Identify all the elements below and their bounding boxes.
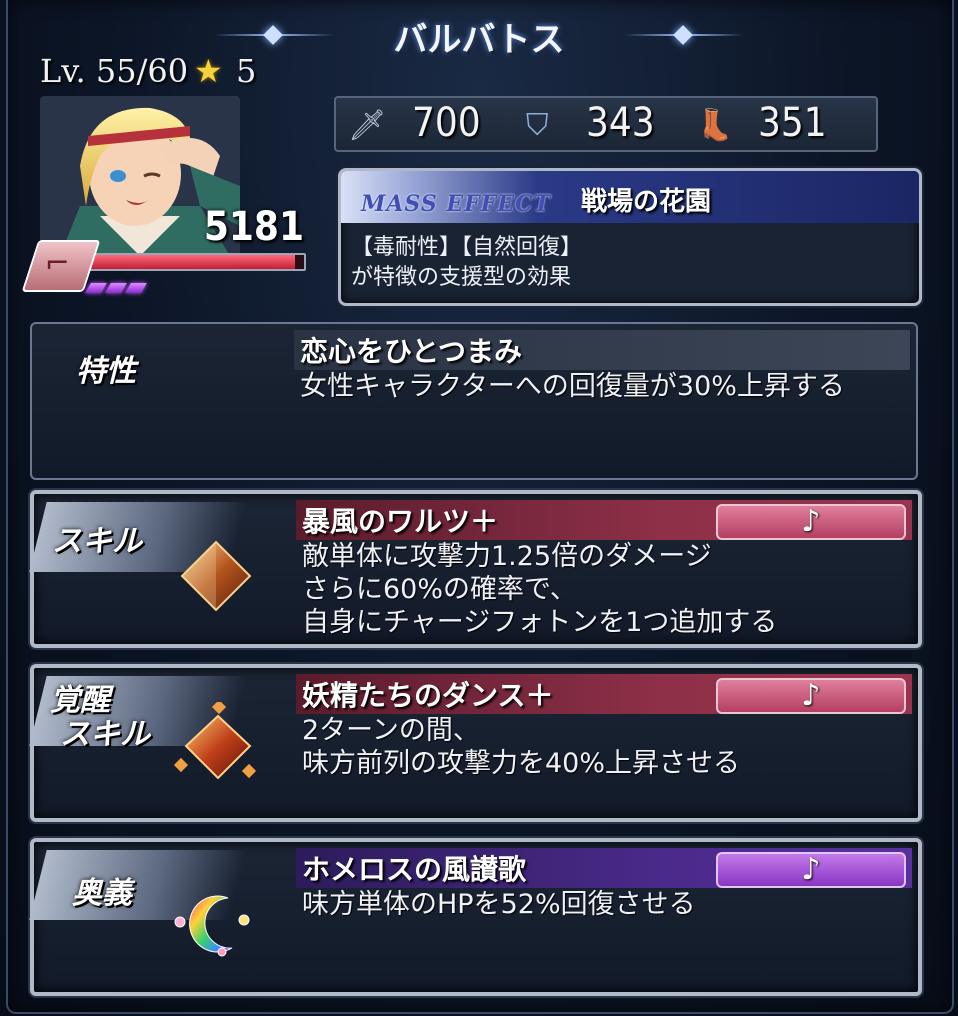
mass-effect-tag: MASS EFFECT [361,191,552,217]
music-note-icon[interactable]: ♪ [716,678,906,714]
crescent-orb-icon [174,895,250,957]
music-note-icon[interactable]: ♪ [716,504,906,540]
attack-value: 700 [412,100,481,146]
awakened-skill-name: 妖精たちのダンス＋ [302,679,554,712]
trait-card[interactable]: 特性 恋心をひとつまみ 女性キャラクターへの回復量が30%上昇する [30,322,918,480]
mass-effect-panel[interactable]: MASS EFFECT 戦場の花園 【毒耐性】【自然回復】 が特徴の支援型の効果 [338,168,922,306]
defense-value: 343 [586,100,655,146]
trait-label: 特性 [76,354,136,389]
trait-description: 女性キャラクターへの回復量が30%上昇する [300,370,845,403]
rarity-value: 5 [236,52,257,90]
mass-effect-description: 【毒耐性】【自然回復】 が特徴の支援型の効果 [351,233,582,293]
ougi-header: ホメロスの風讃歌 ♪ [296,848,912,888]
gem-icon [180,540,252,612]
speed-value: 351 [758,100,827,146]
skill-desc-line: 自身にチャージフォトンを1つ追加する [302,607,778,638]
sword-icon: 🗡 [348,108,387,143]
gem-cluster-icon [173,702,257,780]
rifle-icon: ⌐ [44,246,70,281]
hp-bar-fill [88,255,296,269]
level-text: Lv. 55/60 [40,52,189,90]
mass-effect-name: 戦場の花園 [581,187,712,217]
skill-name: 暴風のワルツ＋ [302,505,499,538]
stats-bar: 🗡 700 ⛉ 343 👢 351 [334,96,878,152]
charge-pip [85,283,107,293]
music-note-icon[interactable]: ♪ [716,852,906,888]
shield-icon: ⛉ [526,108,549,143]
hp-value: 5181 [203,204,304,250]
trait-header: 恋心をひとつまみ [294,330,910,370]
ougi-label: 奥義 [72,876,132,911]
awakened-label-line1: 覚醒 [50,683,110,718]
skill-label: スキル [52,524,142,559]
mass-effect-desc-line: 【毒耐性】【自然回復】 [351,235,583,260]
charge-pips [85,278,148,297]
skill-card[interactable]: スキル 暴風のワルツ＋ ♪ 敵単体に攻撃力1.25倍のダメージ さらに60%の確… [29,490,922,648]
ougi-desc-line: 味方単体のHPを52%回復させる [302,889,696,920]
skill-description: 敵単体に攻撃力1.25倍のダメージ さらに60%の確率で、 自身にチャージフォト… [302,540,777,639]
trait-desc-line: 女性キャラクターへの回復量が30%上昇する [300,371,845,402]
skill-desc-line: さらに60%の確率で、 [302,574,577,605]
hp-bar [86,253,306,271]
star-icon: ★ [194,52,223,90]
ougi-card[interactable]: 奥義 ホメロスの風讃歌 ♪ 味方単体のHPを52%回復させる [29,838,922,996]
awakened-skill-card[interactable]: 覚醒 スキル 妖精たちのダンス＋ ♪ 2ターンの間、 味方前列の攻撃力を40%上… [29,664,922,822]
awakened-header: 妖精たちのダンス＋ ♪ [296,674,912,714]
awakened-desc-line: 味方前列の攻撃力を40%上昇させる [302,748,741,779]
awakened-label-line2: スキル [60,717,150,752]
skill-desc-line: 敵単体に攻撃力1.25倍のダメージ [302,541,712,572]
skill-header: 暴風のワルツ＋ ♪ [296,500,912,540]
charge-pip [125,283,147,293]
mass-effect-desc-line: が特徴の支援型の効果 [351,265,572,290]
awakened-desc-line: 2ターンの間、 [302,715,480,746]
awakened-skill-description: 2ターンの間、 味方前列の攻撃力を40%上昇させる [302,714,740,780]
boot-icon: 👢 [696,108,734,143]
ougi-description: 味方単体のHPを52%回復させる [302,888,696,921]
mass-effect-header: MASS EFFECT 戦場の花園 [341,171,919,223]
charge-pip [105,283,127,293]
trait-name: 恋心をひとつまみ [300,335,523,368]
awakened-label: 覚醒 スキル [50,684,150,752]
ougi-name: ホメロスの風讃歌 [302,853,527,886]
